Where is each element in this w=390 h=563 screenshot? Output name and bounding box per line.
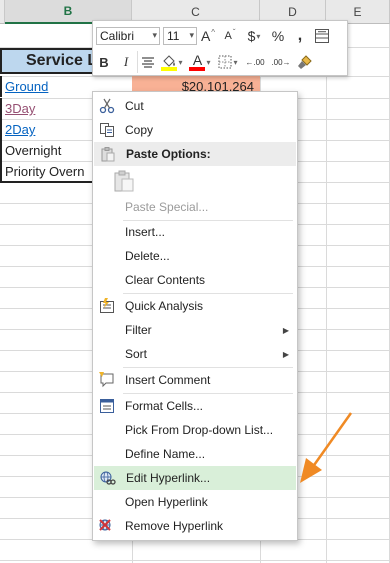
- fill-color-button[interactable]: ▾: [158, 51, 186, 73]
- percent-style-button[interactable]: %: [267, 25, 289, 47]
- paintbrush-icon: [298, 55, 312, 69]
- menu-label-copy: Copy: [125, 123, 154, 137]
- menu-label-filter: Filter: [125, 323, 152, 337]
- mini-toolbar: Calibri ▾ 11 ▾ A ^ Aˇ $ ▾ % , B I ▾ A ▾ …: [92, 20, 348, 76]
- scissors-icon: [94, 94, 120, 118]
- menu-label-format-cells: Format Cells...: [125, 399, 204, 413]
- menu-item-quick-analysis[interactable]: Quick Analysis: [93, 294, 297, 318]
- menu-label-insert-comment: Insert Comment: [125, 373, 211, 387]
- font-size-value: 11: [167, 29, 180, 43]
- decrease-decimal-button[interactable]: .00→: [268, 51, 294, 73]
- chevron-down-icon: ▾: [189, 30, 194, 40]
- font-color-swatch: [189, 66, 206, 71]
- menu-item-sort[interactable]: Sort ▶: [93, 342, 297, 366]
- menu-label-clear-contents: Clear Contents: [125, 273, 206, 287]
- menu-label-sort: Sort: [125, 347, 148, 361]
- menu-item-remove-hyperlink[interactable]: Remove Hyperlink: [93, 514, 297, 538]
- chevron-down-icon: ▾: [256, 31, 261, 41]
- align-center-icon: [142, 57, 154, 68]
- annotation-arrow-icon: [300, 412, 353, 483]
- menu-label-remove-hyperlink: Remove Hyperlink: [125, 519, 224, 533]
- menu-label-insert: Insert...: [125, 225, 166, 239]
- menu-label-edit-hyperlink: Edit Hyperlink...: [126, 471, 211, 485]
- caret-down-icon: ˇ: [232, 27, 236, 37]
- borders-icon: [218, 55, 232, 69]
- accounting-format-button[interactable]: $ ▾: [241, 25, 267, 47]
- menu-item-define-name[interactable]: Define Name...: [93, 442, 297, 466]
- menu-item-open-hyperlink[interactable]: Open Hyperlink: [93, 490, 297, 514]
- font-color-button[interactable]: A ▾: [186, 51, 214, 73]
- chevron-down-icon: ▾: [178, 57, 183, 67]
- menu-item-pick-from-dropdown[interactable]: Pick From Drop-down List...: [93, 418, 297, 442]
- clipboard-icon: [94, 167, 154, 195]
- decrease-font-size-button[interactable]: Aˇ: [219, 25, 241, 47]
- remove-hyperlink-icon: [94, 514, 120, 538]
- menu-item-delete[interactable]: Delete...: [93, 244, 297, 268]
- borders-button[interactable]: ▾: [214, 51, 242, 73]
- menu-item-format-cells[interactable]: Format Cells...: [93, 394, 297, 418]
- quick-analysis-icon: [94, 294, 120, 318]
- menu-label-cut: Cut: [125, 99, 144, 113]
- menu-label-paste-special: Paste Special...: [125, 200, 209, 214]
- menu-item-copy[interactable]: Copy: [93, 118, 297, 142]
- italic-button[interactable]: I: [115, 51, 137, 73]
- submenu-arrow-icon: ▶: [282, 325, 289, 335]
- paint-bucket-icon: [161, 55, 178, 71]
- menu-label-paste-options: Paste Options:: [126, 147, 211, 161]
- menu-label-open-hyperlink: Open Hyperlink: [125, 495, 208, 509]
- table-format-icon: [315, 29, 329, 43]
- chevron-down-icon: ▾: [233, 57, 238, 67]
- chevron-down-icon: ▾: [206, 57, 211, 67]
- menu-label-pick-from-dropdown: Pick From Drop-down List...: [125, 423, 274, 437]
- menu-item-filter[interactable]: Filter ▶: [93, 318, 297, 342]
- menu-label-quick-analysis: Quick Analysis: [125, 299, 204, 313]
- submenu-arrow-icon: ▶: [282, 349, 289, 359]
- context-menu: Cut Copy Paste Options: Paste Special...…: [92, 91, 298, 541]
- menu-item-cut[interactable]: Cut: [93, 94, 297, 118]
- gridline: [0, 560, 390, 561]
- comment-icon: [94, 368, 120, 392]
- comma-style-button[interactable]: ,: [289, 25, 311, 47]
- paste-icon: [95, 142, 121, 166]
- menu-item-clear-contents[interactable]: Clear Contents: [93, 268, 297, 292]
- menu-item-paste-special[interactable]: Paste Special...: [93, 195, 297, 219]
- chevron-down-icon: ▾: [152, 30, 157, 40]
- align-center-button[interactable]: [137, 51, 158, 73]
- paste-option-clipboard[interactable]: [93, 167, 297, 195]
- menu-item-insert[interactable]: Insert...: [93, 220, 297, 244]
- bold-button[interactable]: B: [93, 51, 115, 73]
- font-name-dropdown[interactable]: Calibri ▾: [96, 27, 160, 45]
- font-name-value: Calibri: [100, 29, 135, 43]
- menu-label-define-name: Define Name...: [125, 447, 206, 461]
- format-cells-icon: [94, 394, 120, 418]
- menu-item-edit-hyperlink[interactable]: Edit Hyperlink...: [94, 466, 296, 490]
- copy-icon: [94, 118, 120, 142]
- menu-item-insert-comment[interactable]: Insert Comment: [93, 368, 297, 392]
- format-painter-button[interactable]: [294, 51, 316, 73]
- edit-hyperlink-icon: [95, 466, 121, 490]
- font-size-dropdown[interactable]: 11 ▾: [163, 27, 197, 45]
- caret-up-icon: ^: [211, 27, 216, 37]
- format-painter-table-icon[interactable]: [311, 25, 333, 47]
- menu-section-paste-options: Paste Options:: [94, 142, 296, 166]
- increase-decimal-button[interactable]: ←.00: [242, 51, 268, 73]
- menu-label-delete: Delete...: [125, 249, 170, 263]
- increase-font-size-button[interactable]: A ^: [197, 25, 219, 47]
